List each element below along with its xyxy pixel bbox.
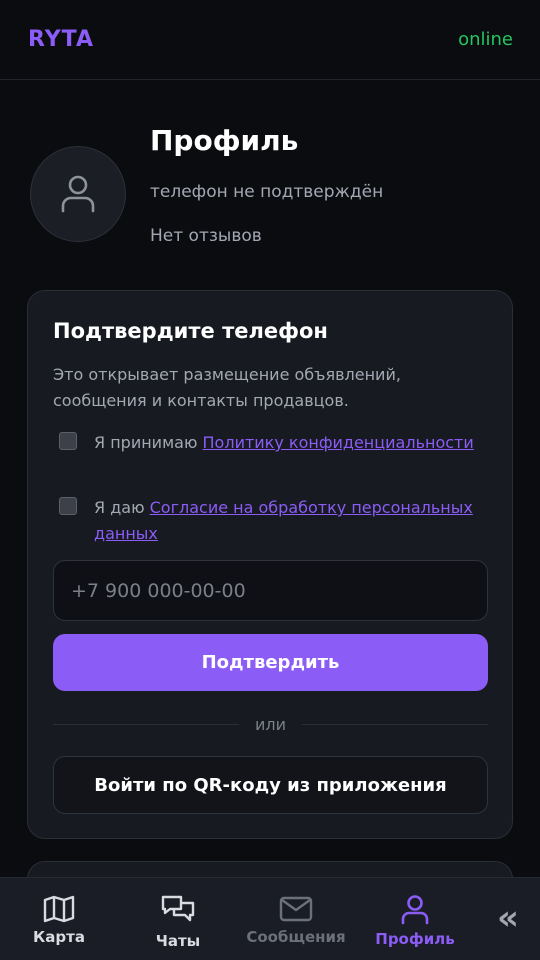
app-screen: RYTA online Профиль телефон не подтвержд… xyxy=(0,0,540,960)
user-icon xyxy=(61,175,95,213)
top-header: RYTA online xyxy=(0,0,540,80)
chats-icon xyxy=(161,895,195,922)
user-icon xyxy=(401,895,429,925)
app-logo[interactable]: RYTA xyxy=(28,27,94,52)
nav-item-chats[interactable]: Чаты xyxy=(138,878,218,960)
privacy-consent-label: Я принимаю Политику конфиденциальности xyxy=(94,430,474,456)
nav-item-map[interactable]: Карта xyxy=(19,878,99,960)
divider-line-left xyxy=(53,724,239,725)
privacy-consent-checkbox[interactable] xyxy=(59,432,77,450)
avatar[interactable] xyxy=(30,146,126,242)
data-consent-link[interactable]: Согласие на обработку персональных данны… xyxy=(94,498,473,543)
qr-login-button[interactable]: Войти по QR-коду из приложения xyxy=(53,756,488,814)
map-icon xyxy=(43,895,75,923)
verify-card-description: Это открывает размещение объявлений, соо… xyxy=(53,365,401,410)
bottom-nav: Карта Чаты Сообщения Профиль « xyxy=(0,877,540,960)
divider-or-text: или xyxy=(254,715,287,734)
connection-status: online xyxy=(458,29,513,50)
reviews-text: Нет отзывов xyxy=(150,226,262,246)
divider-line-right xyxy=(302,724,488,725)
page-title: Профиль xyxy=(150,124,299,157)
privacy-consent-prefix: Я принимаю xyxy=(94,433,203,452)
phone-input[interactable] xyxy=(53,560,488,621)
envelope-icon xyxy=(279,896,313,922)
nav-label-messages: Сообщения xyxy=(246,928,346,946)
data-consent-label: Я даю Согласие на обработку персональных… xyxy=(94,495,479,547)
data-consent-checkbox[interactable] xyxy=(59,497,77,515)
nav-item-messages[interactable]: Сообщения xyxy=(241,878,351,960)
nav-label-profile: Профиль xyxy=(375,930,455,948)
privacy-consent-row: Я принимаю Политику конфиденциальности xyxy=(59,430,479,456)
verify-card-title: Подтвердите телефон xyxy=(53,319,328,343)
confirm-button[interactable]: Подтвердить xyxy=(53,634,488,691)
data-consent-prefix: Я даю xyxy=(94,498,150,517)
collapse-nav-button[interactable]: « xyxy=(490,898,526,938)
nav-item-profile[interactable]: Профиль xyxy=(370,878,460,960)
phone-status-text: телефон не подтверждён xyxy=(150,182,384,202)
privacy-policy-link[interactable]: Политику конфиденциальности xyxy=(203,433,474,452)
verify-phone-card: Подтвердите телефон Это открывает размещ… xyxy=(27,290,513,839)
data-consent-row: Я даю Согласие на обработку персональных… xyxy=(59,495,479,547)
nav-label-chats: Чаты xyxy=(155,932,201,950)
nav-label-map: Карта xyxy=(33,928,85,946)
